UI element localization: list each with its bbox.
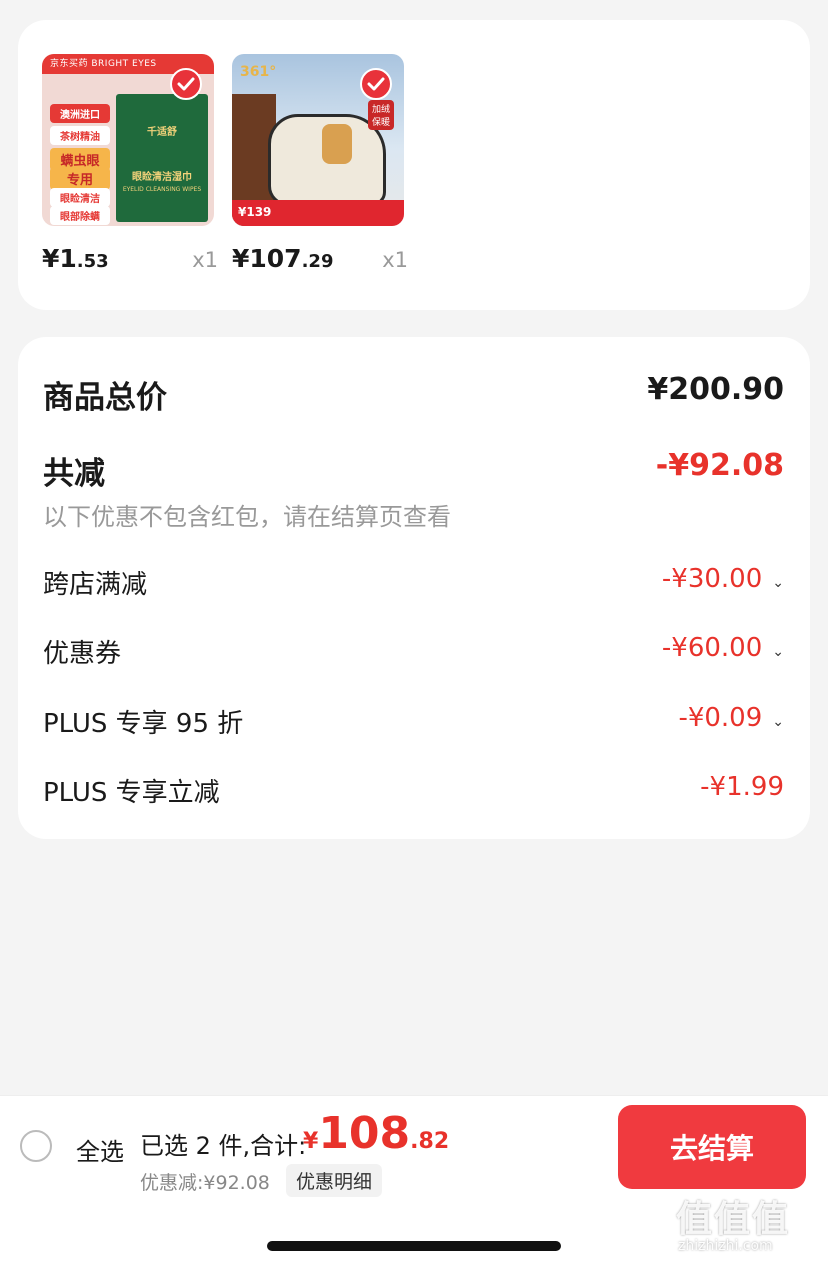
discount-value-wrap[interactable]: -¥30.00 ⌄ xyxy=(662,564,784,594)
discount-detail-button[interactable]: 优惠明细 xyxy=(286,1164,383,1197)
discount-value: -¥30.00 xyxy=(661,564,763,594)
price-row: ¥107.29 x1 xyxy=(232,244,412,278)
thumb-tag: 眼部除螨 xyxy=(50,206,110,225)
selected-check-icon[interactable] xyxy=(360,68,392,100)
total-price-value: ¥200.90 xyxy=(647,372,784,407)
checkout-total: ¥108.82 xyxy=(303,1108,449,1159)
price-summary-card: 商品总价 ¥200.90 共减 -¥92.08 以下优惠不包含红包，请在结算页查… xyxy=(18,337,810,839)
discount-value: -¥60.00 xyxy=(661,633,763,663)
price-cents: .29 xyxy=(301,251,334,272)
discount-summary: 优惠减:¥92.08 xyxy=(140,1172,270,1194)
selected-check-icon[interactable] xyxy=(170,68,202,100)
discount-value-wrap[interactable]: -¥60.00 ⌄ xyxy=(662,633,784,663)
product-qty: x1 xyxy=(382,248,408,272)
discount-label: PLUS 专享立减 xyxy=(43,778,220,808)
total-price-label: 商品总价 xyxy=(43,380,167,416)
pack-title: 千适舒 xyxy=(147,127,177,138)
price-row: ¥1.53 x1 xyxy=(42,244,222,278)
selected-count-text: 已选 2 件,合计: xyxy=(140,1132,307,1160)
product-price: ¥1.53 xyxy=(42,244,109,273)
product-item[interactable]: 京东买药 BRIGHT EYES 澳洲进口 茶树精油 螨虫眼 专用 眼睑清洁 眼… xyxy=(42,54,222,273)
thumb-tag: 澳洲进口 xyxy=(50,104,110,123)
discount-value: -¥0.09 xyxy=(678,703,763,733)
chevron-down-icon[interactable]: ⌄ xyxy=(772,575,784,591)
total-yen: ¥ xyxy=(303,1129,319,1154)
product-thumbnail[interactable]: 京东买药 BRIGHT EYES 澳洲进口 茶树精油 螨虫眼 专用 眼睑清洁 眼… xyxy=(42,54,214,226)
thumb-tag: 眼睑清洁 xyxy=(50,188,110,207)
thumb-tag: 茶树精油 xyxy=(50,126,110,145)
product-price: ¥107.29 xyxy=(232,244,333,273)
discount-value-wrap[interactable]: -¥0.09 ⌄ xyxy=(678,703,784,733)
price-main: ¥107 xyxy=(232,244,302,273)
product-item[interactable]: 361° 加绒保暖 ¥139 ¥107.29 x1 xyxy=(232,54,412,273)
chevron-down-icon[interactable]: ⌄ xyxy=(772,714,784,730)
product-package: 千适舒 眼睑清洁湿巾 EYELID CLEANSING WIPES xyxy=(116,94,208,222)
pack-text: 眼睑清洁湿巾 xyxy=(132,172,192,183)
select-all-radio[interactable] xyxy=(20,1130,52,1162)
reduce-note: 以下优惠不包含红包，请在结算页查看 xyxy=(43,503,451,531)
cart-products-card: 京东买药 BRIGHT EYES 澳洲进口 茶树精油 螨虫眼 专用 眼睑清洁 眼… xyxy=(18,20,810,310)
product-qty: x1 xyxy=(192,248,218,272)
total-reduce-label: 共减 xyxy=(43,456,105,492)
brand-label: 361° xyxy=(240,64,277,80)
shoe-accent xyxy=(322,124,352,164)
price-cents: .53 xyxy=(76,251,109,272)
watermark-url: zhizhizhi.com xyxy=(678,1238,773,1254)
select-all-label[interactable]: 全选 xyxy=(76,1132,124,1167)
discount-value: -¥1.99 xyxy=(700,772,784,802)
total-dec: .82 xyxy=(410,1129,450,1154)
warm-badge: 加绒保暖 xyxy=(368,100,394,130)
thumb-tag: 专用 xyxy=(50,167,110,190)
discount-label: 跨店满减 xyxy=(43,570,148,600)
watermark-logo: 值值值 xyxy=(676,1199,791,1240)
pack-en: EYELID CLEANSING WIPES xyxy=(122,186,202,193)
product-thumbnail[interactable]: 361° 加绒保暖 ¥139 xyxy=(232,54,404,226)
total-int: 108 xyxy=(318,1108,411,1159)
discount-label: PLUS 专享 95 折 xyxy=(43,709,244,739)
checkout-button[interactable]: 去结算 xyxy=(618,1105,806,1189)
total-reduce-value: -¥92.08 xyxy=(655,448,784,483)
promo-banner: ¥139 xyxy=(232,200,404,226)
price-main: ¥1 xyxy=(42,244,77,273)
chevron-down-icon[interactable]: ⌄ xyxy=(772,644,784,660)
home-indicator[interactable] xyxy=(267,1241,561,1251)
discount-label: 优惠券 xyxy=(43,639,122,669)
banner-price: ¥139 xyxy=(238,205,272,219)
